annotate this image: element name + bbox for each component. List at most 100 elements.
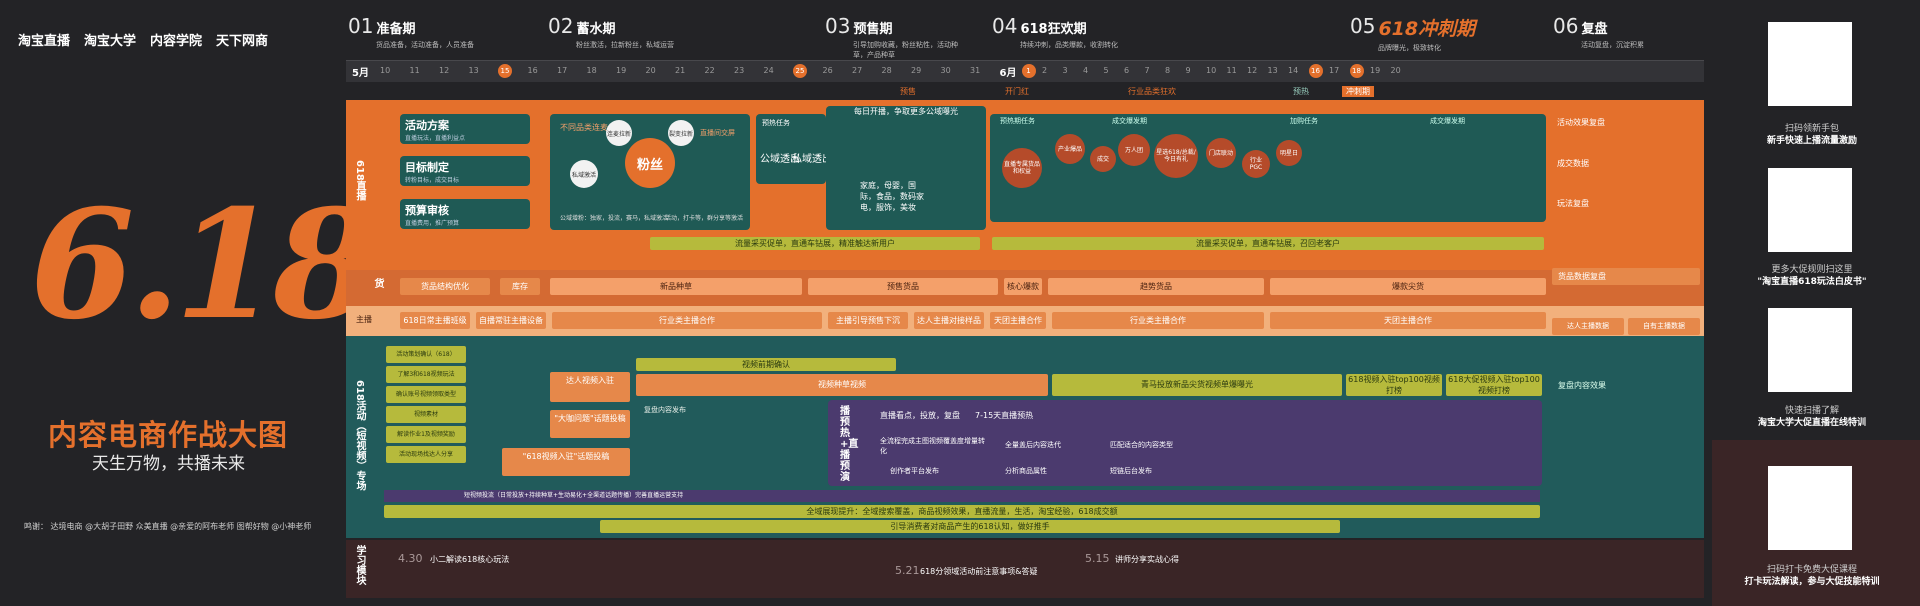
row-label-goods: 货 (372, 278, 383, 288)
timeline-day-jun-3: 3 (1062, 66, 1068, 75)
timeline-day-may-30: 30 (940, 66, 951, 75)
timeline-day-jun-5: 5 (1103, 66, 1109, 75)
burst-item-3: 成交 (1090, 146, 1116, 172)
timeline-day-may-11: 11 (409, 66, 420, 75)
fans-ccp: 活动，打卡等，群分享等激活 (665, 215, 744, 222)
timeline-day-may-24: 24 (763, 66, 774, 75)
qr-code-1[interactable] (1768, 22, 1852, 106)
phase-6: 06 复盘 活动复盘，沉淀积累 (1553, 14, 1644, 50)
plan-sub: 直播玩法，直播利益点 (405, 135, 466, 142)
timeline-day-may-13: 13 (468, 66, 479, 75)
learn-title-2: 618分领域活动前注意事项&答疑 (920, 567, 1038, 576)
timeline-day-jun-1: 1 (1021, 64, 1036, 78)
qr-code-3[interactable] (1768, 308, 1852, 392)
preview-a: 直播看点，投放，复盘 (880, 411, 960, 420)
learn-date-1: 4.30 (398, 552, 423, 565)
sec-warm: 预热期任务 (1000, 117, 1035, 125)
goods-core: 核心爆款 (1004, 278, 1042, 295)
phase-name: 618冲刺期 (1378, 18, 1476, 40)
sec-cart: 加购任务 (1290, 117, 1318, 125)
hero-618: 6.18 (30, 177, 377, 353)
timeline-day-may-25: 25 (793, 64, 807, 78)
preview-title: 播预热+直播预演 (840, 406, 859, 483)
learn-title-3: 讲师分享实战心得 (1115, 555, 1179, 564)
timeline-day-jun-18: 18 (1349, 64, 1364, 78)
timeline-day-jun-19: 19 (1370, 66, 1381, 75)
plan-box[interactable]: 活动方案 直播玩法，直播利益点 (400, 114, 530, 144)
seg-open: 开门红 (1005, 87, 1029, 96)
qr-title-2: "淘宝直播618玩法白皮书" (1757, 277, 1867, 287)
sec-burst2: 成交爆发期 (1430, 117, 1465, 125)
timeline-day-jun-17: 17 (1329, 66, 1340, 75)
row-label-learn: 学习模块 (354, 545, 365, 585)
phase-num: 03 (825, 14, 851, 38)
burst-item-4: 万人团 (1118, 134, 1150, 166)
phase-name: 复盘 (1581, 22, 1608, 37)
goods-stock: 库存 (500, 278, 540, 295)
phase-num: 01 (348, 14, 374, 38)
phase-num: 02 (548, 14, 574, 38)
phase-name: 准备期 (376, 22, 416, 37)
row-label-live: 618直播 (354, 160, 365, 201)
qr-title-3: 淘宝大学大促直播在线特训 (1757, 418, 1866, 428)
seg-presale: 预售 (900, 87, 916, 96)
sv-e: 解读作业1及视频奖励 (386, 426, 466, 443)
rc-c: 玩法复盘 (1552, 195, 1700, 217)
anchor-f: 天团主播合作 (990, 312, 1046, 329)
anchor-d: 主播引导预售下沉 (828, 312, 908, 329)
phase-3: 03 预售期 引导加购收藏，粉丝粘性，活动种草，产品种草 (825, 14, 963, 60)
row-label-content: 618活动（短视频）专场 (354, 380, 365, 491)
sv-f: 活动现场找达人分享 (386, 446, 466, 463)
timeline-day-jun-6: 6 (1124, 66, 1130, 75)
goods-new: 新品种草 (550, 278, 802, 295)
fans-circle: 粉丝 (625, 138, 675, 188)
brand-content-academy: 内容学院 (150, 34, 203, 49)
phase-sub: 品牌曝光，极致转化 (1378, 44, 1441, 52)
timeline-day-may-17: 17 (557, 66, 568, 75)
qr-code-2[interactable] (1768, 168, 1852, 252)
burst-item-2: 产业爆品 (1055, 134, 1085, 164)
sec-burst: 成交爆发期 (1112, 117, 1147, 125)
timeline-day-jun-2: 2 (1042, 66, 1048, 75)
seg-sprint: 冲刺期 (1342, 86, 1374, 97)
phase-5: 05 618冲刺期 品牌曝光，极致转化 (1350, 14, 1475, 53)
phase-sub: 粉丝激活，拉新粉丝，私域运营 (576, 41, 674, 49)
timeline-day-may-19: 19 (616, 66, 627, 75)
fans-d: 直播间交屏 (700, 129, 735, 137)
sv-o: 618大促视频入驻top100视频打榜 (1446, 374, 1542, 396)
sv-d: 视频素材 (386, 406, 466, 423)
timeline-day-jun-12: 12 (1247, 66, 1258, 75)
anchor-c: 行业类主播合作 (552, 312, 822, 329)
qr-code-4[interactable] (1768, 466, 1852, 550)
burst-item-1: 直播专属货品和权益 (1002, 148, 1042, 188)
preview-b: 7-15天直播预热 (975, 411, 1034, 420)
rc-d: 货品数据复盘 (1552, 268, 1700, 285)
learn-date-3: 5.15 (1085, 552, 1110, 565)
rc-a: 活动效果复盘 (1552, 114, 1700, 136)
timeline-day-may-10: 10 (380, 66, 391, 75)
burst-item-7: 行业PGC (1242, 150, 1270, 178)
timeline-month-jun: 6月 (999, 68, 1017, 79)
sv-j: 复盘内容发布 (644, 406, 686, 414)
budget-box[interactable]: 预算审核 直播费用，推广预算 (400, 199, 530, 229)
rc-g: 复盘内容效果 (1558, 381, 1606, 390)
brand-taobao-university: 淘宝大学 (84, 34, 137, 49)
daily-live-banner: 每日开播，争取更多公域曝光 (854, 107, 958, 116)
target-box[interactable]: 目标制定 转粉目标，成交目标 (400, 156, 530, 186)
goods-hit: 爆款尖货 (1270, 278, 1546, 295)
fans-c: 裂变拉新 (668, 120, 694, 146)
learn-title-1: 小二解读618核心玩法 (430, 555, 510, 564)
learn-date-2: 5.21 (895, 564, 920, 577)
fans-a: 不同品类连麦 (560, 123, 608, 132)
teal-bar-c: 引导消费者对商品产生的618认知，做好推手 (600, 520, 1340, 533)
timeline-day-jun-20: 20 (1390, 66, 1401, 75)
timeline-day-jun-13: 13 (1267, 66, 1278, 75)
anchor-g: 行业类主播合作 (1052, 312, 1264, 329)
preview-c: 全流程完成主图视频覆盖度增量转化 (880, 437, 985, 455)
fans-b: 连麦拉新 (606, 120, 632, 146)
phase-4: 04 618狂欢期 持续冲刺，品类爆款，收割转化 (992, 14, 1118, 50)
phase-sub: 货品准备，活动准备，人员准备 (376, 41, 474, 49)
timeline-day-may-29: 29 (911, 66, 922, 75)
qr-title-4: 打卡玩法解读，参与大促技能特训 (1744, 577, 1880, 587)
budget-sub: 直播费用，推广预算 (405, 220, 460, 227)
